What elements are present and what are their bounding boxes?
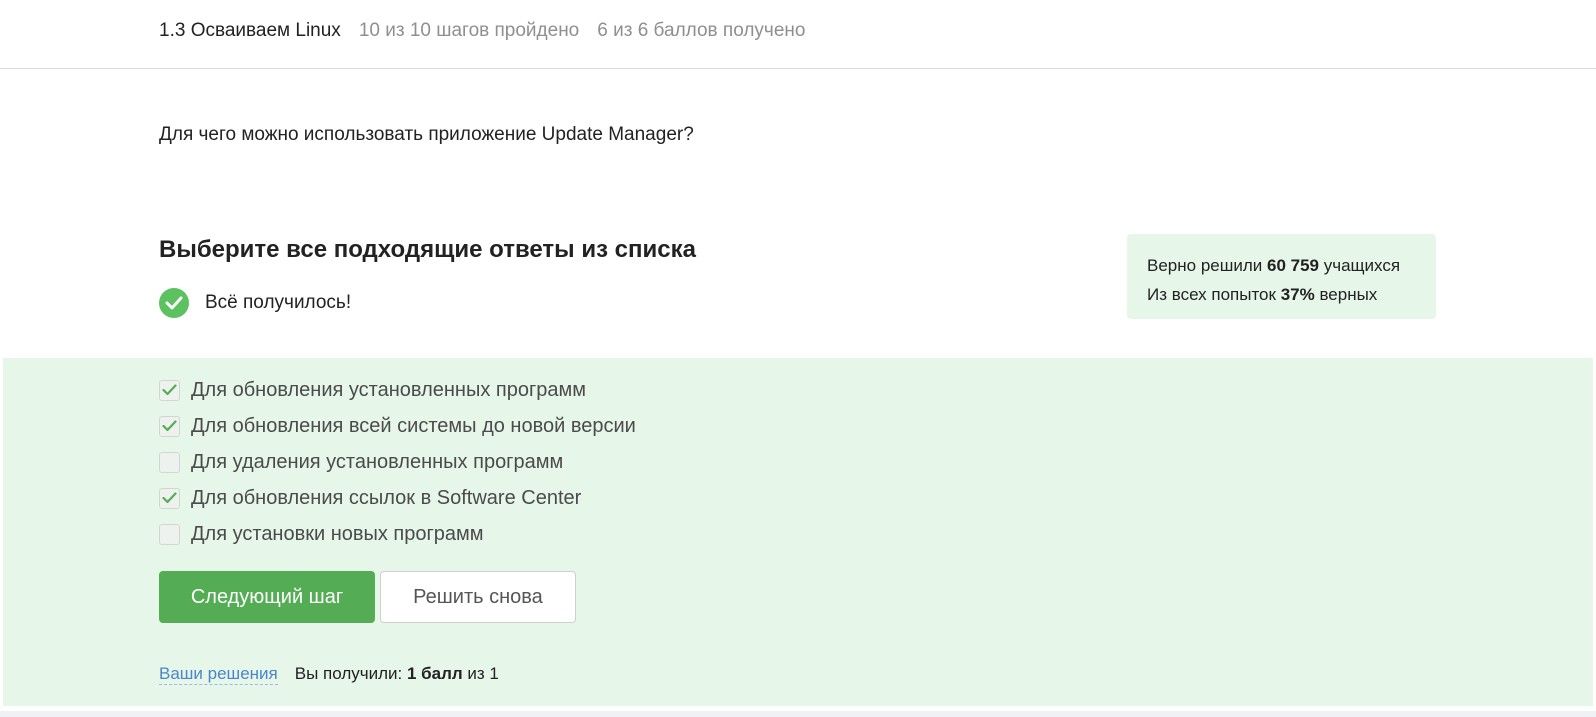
score-suffix: из 1 (462, 664, 499, 683)
score-value: 1 балл (406, 664, 463, 683)
solved-line: Верно решили 60 759 учащихся (1147, 251, 1416, 280)
question-text: Для чего можно использовать приложение U… (159, 124, 694, 145)
checkmark-icon (162, 420, 177, 432)
result-text: Всё получилось! (205, 292, 352, 313)
option-label: Для удаления установленных программ (191, 450, 564, 473)
lesson-header: 1.3 Осваиваем Linux 10 из 10 шагов пройде… (0, 0, 1596, 69)
bottom-divider (0, 711, 1596, 717)
option-item[interactable]: Для обновления ссылок в Software Center (159, 480, 636, 516)
option-label: Для обновления всей системы до новой вер… (191, 414, 636, 437)
checkmark-icon (162, 492, 177, 504)
option-checkbox[interactable] (159, 379, 180, 401)
solved-prefix: Верно решили (1147, 256, 1267, 275)
option-item[interactable]: Для удаления установленных программ (159, 444, 636, 480)
score-footer: Ваши решения Вы получили: 1 балл из 1 (159, 664, 499, 685)
option-item[interactable]: Для обновления всей системы до новой вер… (159, 408, 636, 444)
option-item[interactable]: Для обновления установленных программ (159, 372, 636, 408)
option-checkbox[interactable] (159, 487, 180, 509)
stats-panel: Верно решили 60 759 учащихся Из всех поп… (1127, 234, 1436, 319)
solve-again-button[interactable]: Решить снова (380, 571, 576, 623)
score-text: Вы получили: 1 балл из 1 (295, 664, 499, 684)
attempts-line: Из всех попыток 37% верных (1147, 280, 1416, 309)
option-checkbox[interactable] (159, 451, 180, 473)
attempts-suffix: верных (1314, 285, 1378, 304)
option-checkbox[interactable] (159, 523, 180, 545)
options-list: Для обновления установленных программ Дл… (159, 372, 636, 552)
result-status: Всё получилось! (159, 288, 351, 318)
check-circle-icon (159, 288, 189, 318)
header-row: 1.3 Осваиваем Linux 10 из 10 шагов пройде… (159, 20, 805, 42)
option-label: Для обновления установленных программ (191, 378, 587, 401)
lesson-title[interactable]: 1.3 Осваиваем Linux (159, 20, 341, 41)
solved-suffix: учащихся (1319, 256, 1401, 275)
answer-area: Для обновления установленных программ Дл… (3, 358, 1593, 706)
attempts-percent: 37% (1280, 285, 1315, 304)
option-checkbox[interactable] (159, 415, 180, 437)
option-label: Для обновления ссылок в Software Center (191, 486, 582, 509)
solved-count: 60 759 (1267, 256, 1319, 275)
steps-progress: 10 из 10 шагов пройдено (358, 20, 580, 41)
next-step-button[interactable]: Следующий шаг (159, 571, 375, 623)
option-item[interactable]: Для установки новых программ (159, 516, 636, 552)
score-prefix: Вы получили: (294, 664, 407, 683)
instruction-heading: Выберите все подходящие ответы из списка (159, 236, 696, 263)
option-label: Для установки новых программ (191, 522, 484, 545)
checkmark-icon (162, 384, 177, 396)
points-progress: 6 из 6 баллов получено (597, 20, 806, 41)
attempts-prefix: Из всех попыток (1147, 285, 1281, 304)
your-solutions-link[interactable]: Ваши решения (159, 664, 278, 685)
